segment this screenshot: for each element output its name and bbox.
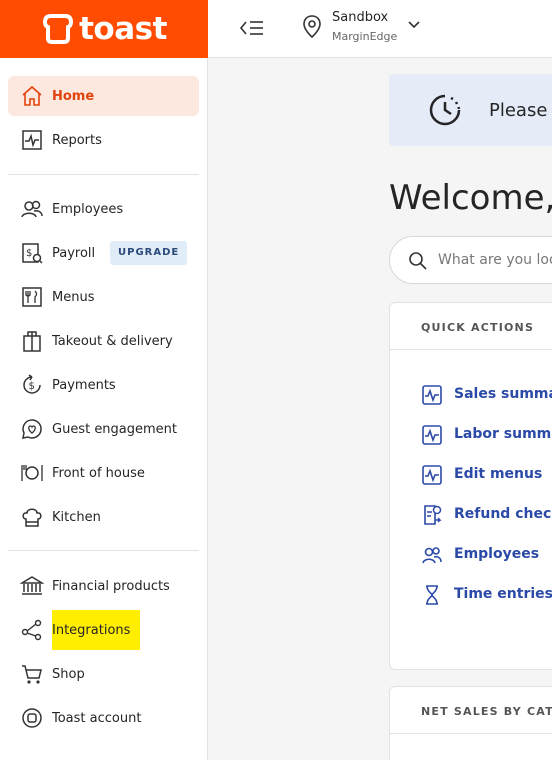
sidebar-item-employees[interactable]: Employees [8,189,199,229]
net-sales-title: NET SALES BY CATEGO [421,705,552,718]
sidebar-item-integrations[interactable]: Integrations [8,610,199,650]
account-icon [22,708,42,728]
payroll-icon: $ [22,243,43,264]
sidebar-item-label: Integrations [52,622,131,638]
guest-engagement-icon [22,419,42,439]
collapse-menu-icon [239,21,263,35]
sidebar-item-label: Front of house [52,465,145,481]
quick-action-label: Time entries [454,586,552,602]
upgrade-badge[interactable]: UPGRADE [110,241,188,265]
hourglass-icon [426,585,438,605]
quick-action-label: Labor summar [454,426,552,442]
sidebar-divider [8,550,199,551]
chart-icon [422,385,442,405]
sidebar-item-label: Home [52,88,95,104]
integrations-icon [21,619,42,641]
sidebar-item-payroll[interactable]: $ Payroll UPGRADE [8,233,199,273]
quick-action-label: Edit menus [454,466,543,482]
sidebar-item-shop[interactable]: Shop [8,654,199,694]
location-pin-icon [303,15,321,39]
clock-icon [429,94,461,126]
chevron-down-icon[interactable] [407,18,421,32]
sidebar-item-reports[interactable]: Reports [8,120,199,160]
front-of-house-icon [21,465,43,481]
sidebar-item-label: Menus [52,289,95,305]
reports-icon [22,130,42,150]
quick-actions-card: QUICK ACTIONS Sales summar Labor summar … [389,302,552,670]
banner-text: Please f [489,100,552,121]
menus-icon [22,287,42,307]
sidebar-item-label: Payroll [52,245,96,261]
sidebar-item-takeout[interactable]: Takeout & delivery [8,321,199,361]
sidebar: Home Reports Employees $ Payroll UPGRADE… [0,58,208,760]
sidebar-item-menus[interactable]: Menus [8,277,199,317]
quick-action-label: Employees [454,546,540,562]
sidebar-item-payments[interactable]: $ Payments [8,365,199,405]
takeout-icon [23,331,41,352]
top-bar: toast Sandbox MarginEdge [0,0,552,58]
sidebar-item-front-of-house[interactable]: Front of house [8,453,199,493]
location-subtitle: MarginEdge [332,30,398,43]
quick-actions-title: QUICK ACTIONS [421,321,535,334]
main-content: Please f Welcome, What are you loo QUICK… [208,58,552,760]
welcome-heading: Welcome, [389,178,552,218]
logo-text: toast [79,11,167,47]
sidebar-item-label: Reports [52,132,102,148]
svg-text:$: $ [26,248,32,259]
employees-icon [422,547,442,564]
sidebar-item-financial-products[interactable]: Financial products [8,566,199,606]
sidebar-divider [8,174,199,175]
kitchen-icon [22,508,42,527]
quick-action-label: Refund check [454,506,552,522]
chart-icon [422,465,442,485]
chart-icon [422,425,442,445]
card-divider [390,349,552,350]
search-input[interactable]: What are you loo [389,236,552,284]
svg-text:$: $ [29,381,35,392]
refund-icon [424,505,442,525]
card-divider [390,733,552,734]
sidebar-item-label: Financial products [52,578,170,594]
sidebar-item-kitchen[interactable]: Kitchen [8,497,199,537]
toast-logo-icon [43,14,74,44]
sidebar-item-toast-account[interactable]: Toast account [8,698,199,738]
sidebar-item-label: Payments [52,377,116,393]
sidebar-item-label: Employees [52,201,124,217]
sidebar-item-guest-engagement[interactable]: Guest engagement [8,409,199,449]
sidebar-item-label: Shop [52,666,85,682]
net-sales-card: NET SALES BY CATEGO [389,686,552,760]
sidebar-item-home[interactable]: Home [8,76,199,116]
cart-icon [22,665,42,684]
search-icon [409,252,427,270]
sidebar-item-label: Takeout & delivery [52,333,173,349]
sidebar-item-label: Guest engagement [52,421,178,437]
sidebar-item-label: Toast account [52,710,142,726]
sidebar-item-label: Kitchen [52,509,101,525]
payments-icon: $ [23,374,41,394]
bank-icon [20,576,44,595]
home-icon [22,85,42,106]
location-name[interactable]: Sandbox [332,10,388,25]
toast-logo[interactable]: toast [0,0,208,58]
collapse-sidebar-button[interactable] [238,15,266,41]
quick-action-label: Sales summar [454,386,552,402]
search-placeholder: What are you loo [438,252,552,268]
employees-icon [21,200,43,218]
